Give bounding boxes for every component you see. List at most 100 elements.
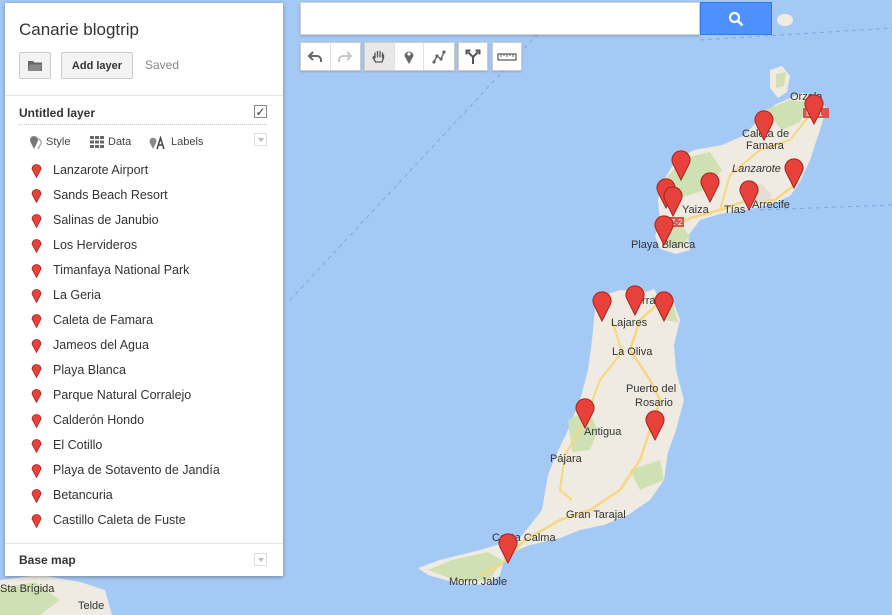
line-icon bbox=[432, 49, 446, 64]
redo-icon bbox=[338, 50, 353, 62]
map-marker[interactable] bbox=[753, 107, 775, 141]
search-button[interactable] bbox=[700, 2, 772, 35]
place-name: Castillo Caleta de Fuste bbox=[53, 512, 186, 527]
labels-icon bbox=[149, 135, 165, 149]
add-layer-button[interactable]: Add layer bbox=[61, 52, 133, 79]
label-pajara: Pájara bbox=[550, 453, 583, 465]
draw-line-button[interactable] bbox=[424, 43, 454, 70]
search-icon bbox=[728, 11, 744, 26]
style-label: Style bbox=[46, 136, 71, 148]
red-marker-icon bbox=[31, 189, 42, 203]
list-item[interactable]: La Geria bbox=[31, 282, 220, 307]
directions-icon bbox=[465, 49, 481, 64]
place-name: Calderón Hondo bbox=[53, 412, 145, 427]
search-input[interactable] bbox=[300, 2, 700, 35]
table-icon bbox=[90, 136, 104, 148]
undo-redo-group bbox=[300, 42, 361, 71]
add-marker-button[interactable] bbox=[395, 43, 425, 70]
layer-options-dropdown[interactable] bbox=[254, 133, 267, 146]
place-name: El Cotillo bbox=[53, 437, 103, 452]
divider bbox=[5, 95, 283, 96]
labels-label: Labels bbox=[171, 136, 204, 148]
red-marker-icon bbox=[31, 364, 42, 378]
list-item[interactable]: Lanzarote Airport bbox=[31, 157, 220, 182]
list-item[interactable]: Caleta de Famara bbox=[31, 307, 220, 332]
style-button[interactable]: Style bbox=[29, 134, 70, 150]
list-item[interactable]: Salinas de Janubio bbox=[31, 207, 220, 232]
place-name: La Geria bbox=[53, 287, 101, 302]
place-name: Playa Blanca bbox=[53, 362, 126, 377]
red-marker-icon bbox=[31, 314, 42, 328]
red-marker-icon bbox=[31, 164, 42, 178]
place-name: Playa de Sotavento de Jandía bbox=[53, 462, 220, 477]
directions-button[interactable] bbox=[459, 43, 487, 70]
label-lajares: Lajares bbox=[611, 317, 648, 329]
list-item[interactable]: Jameos del Agua bbox=[31, 332, 220, 357]
place-name: Parque Natural Corralejo bbox=[53, 387, 192, 402]
red-marker-icon bbox=[31, 439, 42, 453]
data-button[interactable]: Data bbox=[90, 134, 131, 150]
list-item[interactable]: Castillo Caleta de Fuste bbox=[31, 507, 220, 532]
list-item[interactable]: Betancuria bbox=[31, 482, 220, 507]
map-title[interactable]: Canarie blogtrip bbox=[19, 20, 139, 40]
list-item[interactable]: Timanfaya National Park bbox=[31, 257, 220, 282]
label-gran-tarajal: Gran Tarajal bbox=[566, 509, 626, 521]
list-item[interactable]: Playa Blanca bbox=[31, 357, 220, 382]
base-map-label[interactable]: Base map bbox=[19, 553, 76, 567]
map-marker[interactable] bbox=[644, 407, 666, 441]
marker-icon bbox=[404, 50, 414, 64]
red-marker-icon bbox=[31, 264, 42, 278]
map-marker[interactable] bbox=[574, 395, 596, 429]
map-marker[interactable] bbox=[699, 169, 721, 203]
map-marker[interactable] bbox=[803, 91, 825, 125]
list-item[interactable]: Calderón Hondo bbox=[31, 407, 220, 432]
list-item[interactable]: Parque Natural Corralejo bbox=[31, 382, 220, 407]
map-marker[interactable] bbox=[497, 530, 519, 564]
label-morro-jable: Morro Jable bbox=[449, 576, 507, 588]
alegranza-island bbox=[777, 14, 793, 26]
layer-visibility-checkbox[interactable]: ✓ bbox=[254, 105, 267, 118]
hand-icon bbox=[372, 50, 385, 63]
map-marker[interactable] bbox=[783, 155, 805, 189]
labels-button[interactable]: Labels bbox=[149, 134, 203, 150]
map-marker[interactable] bbox=[653, 212, 675, 246]
label-famara: Famara bbox=[746, 140, 785, 152]
directions-group bbox=[458, 42, 488, 71]
label-yaiza: Yaiza bbox=[682, 204, 710, 216]
red-marker-icon bbox=[31, 239, 42, 253]
label-santa-brigida: Sta Brígida bbox=[0, 583, 55, 595]
label-la-oliva: La Oliva bbox=[612, 346, 653, 358]
list-item[interactable]: Playa de Sotavento de Jandía bbox=[31, 457, 220, 482]
divider bbox=[19, 124, 267, 125]
base-map-dropdown[interactable] bbox=[254, 553, 267, 566]
place-name: Jameos del Agua bbox=[53, 337, 149, 352]
draw-tools-group bbox=[364, 42, 455, 71]
place-name: Timanfaya National Park bbox=[53, 262, 190, 277]
data-label: Data bbox=[108, 136, 132, 148]
style-icon bbox=[30, 135, 42, 149]
undo-button[interactable] bbox=[301, 43, 331, 70]
map-marker[interactable] bbox=[738, 177, 760, 211]
measure-button[interactable] bbox=[493, 43, 521, 70]
divider bbox=[5, 543, 283, 544]
layers-panel: Canarie blogtrip Add layer Saved Untitle… bbox=[5, 3, 283, 576]
list-item[interactable]: Sands Beach Resort bbox=[31, 182, 220, 207]
list-item[interactable]: Los Hervideros bbox=[31, 232, 220, 257]
list-item[interactable]: El Cotillo bbox=[31, 432, 220, 457]
map-marker[interactable] bbox=[653, 288, 675, 322]
place-name: Los Hervideros bbox=[53, 237, 138, 252]
red-marker-icon bbox=[31, 214, 42, 228]
redo-button[interactable] bbox=[331, 43, 360, 70]
map-marker[interactable] bbox=[624, 282, 646, 316]
layer-title[interactable]: Untitled layer bbox=[19, 106, 95, 120]
hand-tool-button[interactable] bbox=[365, 43, 395, 70]
red-marker-icon bbox=[31, 489, 42, 503]
label-puerto1: Puerto del bbox=[626, 383, 676, 395]
map-marker[interactable] bbox=[591, 288, 613, 322]
place-name: Lanzarote Airport bbox=[53, 162, 149, 177]
red-marker-icon bbox=[31, 339, 42, 353]
place-name: Sands Beach Resort bbox=[53, 187, 168, 202]
place-list: Lanzarote Airport Sands Beach Resort Sal… bbox=[31, 157, 220, 532]
open-map-button[interactable] bbox=[19, 52, 51, 79]
red-marker-icon bbox=[31, 514, 42, 528]
